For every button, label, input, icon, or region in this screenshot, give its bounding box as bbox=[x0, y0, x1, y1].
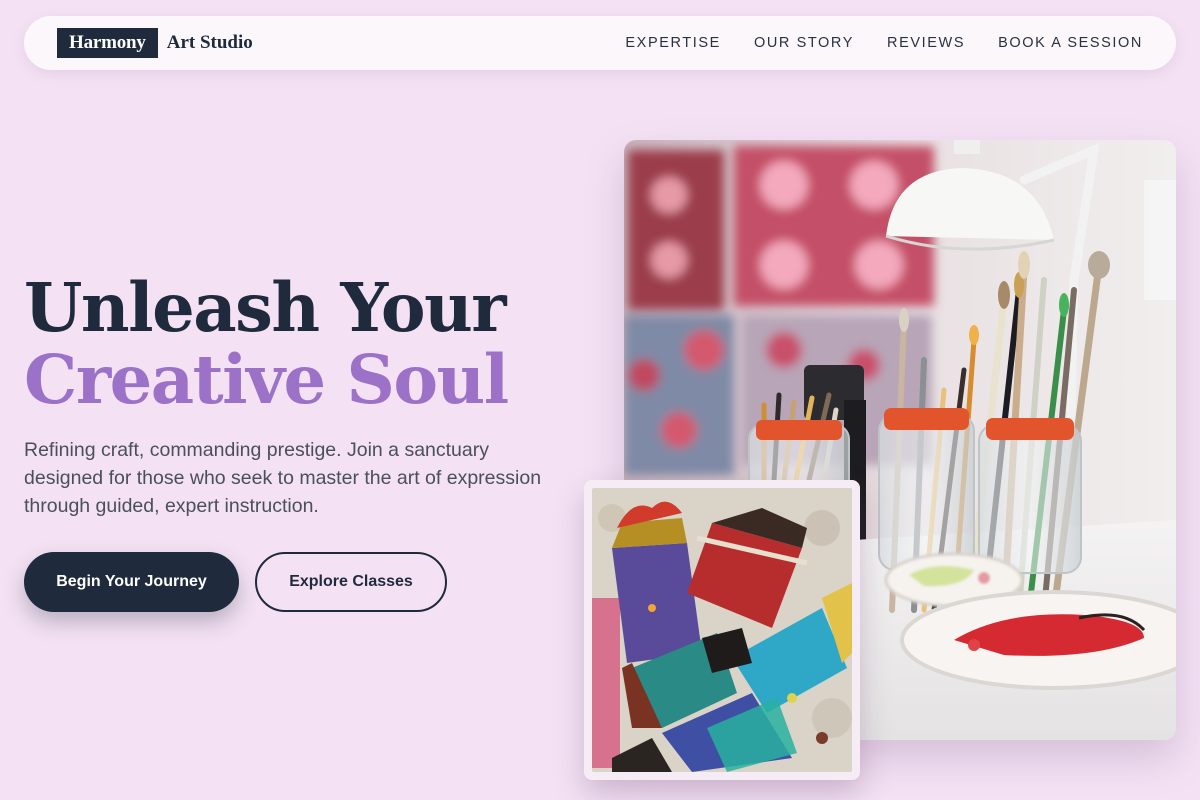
nav-link-expertise[interactable]: EXPERTISE bbox=[625, 35, 721, 51]
brand-name-rest: Art Studio bbox=[166, 32, 253, 53]
begin-journey-button[interactable]: Begin Your Journey bbox=[24, 552, 239, 612]
brand-name-boxed: Harmony bbox=[57, 28, 158, 58]
paint-brushes-closeup-image bbox=[592, 488, 852, 772]
navbar: Harmony Art Studio EXPERTISE OUR STORY R… bbox=[24, 16, 1176, 70]
inset-image-frame bbox=[584, 480, 860, 780]
nav-link-reviews[interactable]: REVIEWS bbox=[887, 35, 965, 51]
nav-link-book-session[interactable]: BOOK A SESSION bbox=[998, 35, 1143, 51]
hero-description: Refining craft, commanding prestige. Joi… bbox=[24, 439, 542, 517]
nav-link-our-story[interactable]: OUR STORY bbox=[754, 35, 854, 51]
hero-title-line2: Creative Soul bbox=[24, 340, 509, 419]
hero-title: Unleash Your Creative Soul bbox=[24, 272, 584, 416]
nav-links: EXPERTISE OUR STORY REVIEWS BOOK A SESSI… bbox=[625, 35, 1143, 51]
explore-classes-button[interactable]: Explore Classes bbox=[255, 552, 447, 612]
hero-title-line1: Unleash Your bbox=[24, 268, 507, 347]
brand-logo[interactable]: Harmony Art Studio bbox=[57, 28, 253, 58]
